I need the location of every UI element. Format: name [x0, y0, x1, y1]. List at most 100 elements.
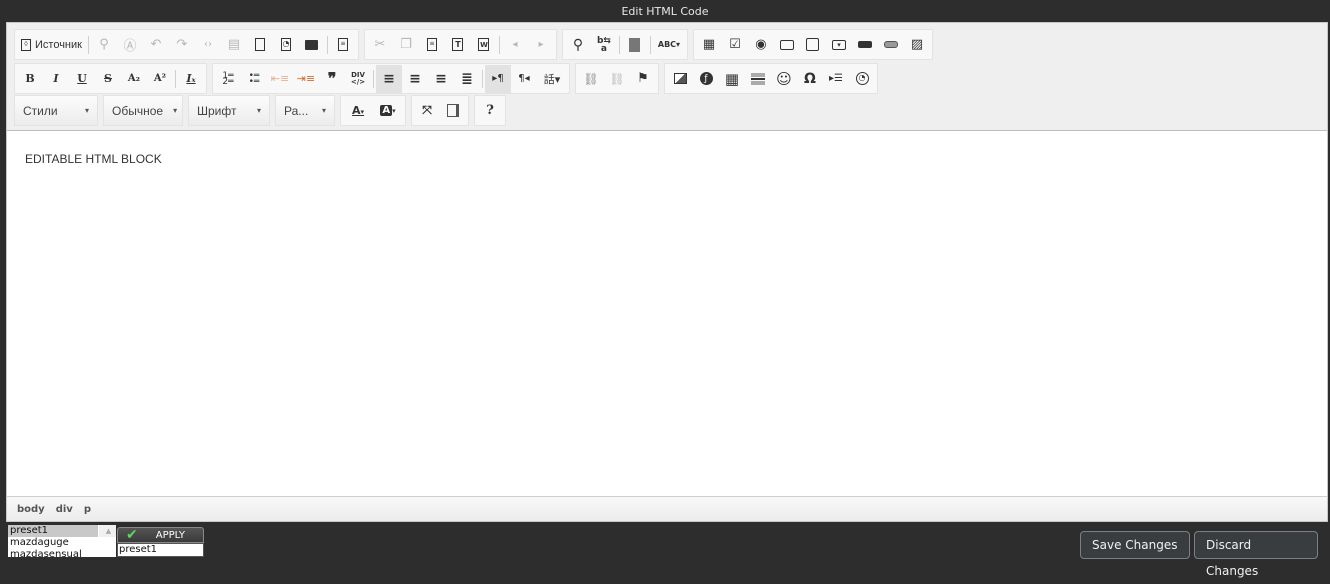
editable-content-area[interactable]: EDITABLE HTML BLOCK	[7, 131, 1327, 497]
apply-preset-button[interactable]: ✔ APPLY	[117, 527, 204, 543]
blockquote-button[interactable]: ❞	[319, 65, 345, 93]
clipboard-group: ✂ ❐ ≡ T W ◂ ▸	[363, 29, 557, 60]
iframe-button[interactable]: ◔	[849, 65, 875, 93]
align-left-icon: ≡	[383, 70, 395, 87]
help-button[interactable]: ?	[477, 97, 503, 125]
image-button[interactable]	[667, 65, 693, 93]
div-button[interactable]: DIV </>	[345, 65, 371, 93]
page-break-button[interactable]: ▸☰	[823, 65, 849, 93]
indent-button[interactable]: ⇥≡	[293, 65, 319, 93]
unlink-button[interactable]: ⛓	[604, 65, 630, 93]
rtl-button[interactable]: ¶◂	[511, 65, 537, 93]
dialog-footer: preset1 mazdaguge mazdasensual ▲ ✔ APPLY…	[0, 522, 1330, 578]
bg-color-button[interactable]: A ▾	[373, 97, 403, 125]
preset-option[interactable]: mazdaguge	[8, 537, 116, 549]
redo-button[interactable]: ↷	[169, 31, 195, 59]
code-snippet-button[interactable]: ‹›	[195, 31, 221, 59]
spellcheck-button[interactable]: ABC▾	[653, 31, 685, 59]
select-button[interactable]: ▾	[826, 31, 852, 59]
anchor-button[interactable]: ⚑	[630, 65, 656, 93]
nav-next-button[interactable]: ▸	[528, 31, 554, 59]
show-blocks-icon	[447, 104, 459, 117]
align-right-button[interactable]: ≡	[428, 65, 454, 93]
language-button[interactable]: 話▾	[537, 65, 567, 93]
link-button[interactable]: ⛓	[578, 65, 604, 93]
italic-button[interactable]: I	[43, 65, 69, 93]
bulleted-list-button[interactable]: •═ •═	[241, 65, 267, 93]
image-button-button[interactable]	[878, 31, 904, 59]
discard-changes-button[interactable]: Discard Changes	[1194, 531, 1318, 578]
source-button[interactable]: ◊ Источник	[17, 31, 86, 59]
align-center-button[interactable]: ≡	[402, 65, 428, 93]
form-button[interactable]: ▦	[696, 31, 722, 59]
strike-button[interactable]: S	[95, 65, 121, 93]
styles-combo-label: Стили	[23, 103, 58, 118]
numbered-list-button[interactable]: 1═ 2═	[215, 65, 241, 93]
preview-button[interactable]: ◔	[273, 31, 299, 59]
new-page-button[interactable]	[247, 31, 273, 59]
strike-icon: S	[104, 72, 112, 85]
size-combo[interactable]: Ра... ▾	[275, 95, 335, 126]
copy-button[interactable]: ❐	[393, 31, 419, 59]
format-combo[interactable]: Обычное ▾	[103, 95, 183, 126]
paste-text-button[interactable]: T	[445, 31, 471, 59]
textarea-button[interactable]	[800, 31, 826, 59]
underline-button[interactable]: U	[69, 65, 95, 93]
bold-button[interactable]: B	[17, 65, 43, 93]
font-combo[interactable]: Шрифт ▾	[188, 95, 270, 126]
document-group: ◊ Источник ⚲ Ⓐ ↶ ↷ ‹› ▤ ◔ ≡	[14, 29, 359, 60]
preset-option[interactable]: mazdasensual	[8, 549, 116, 557]
paste-button[interactable]: ≡	[419, 31, 445, 59]
button-button[interactable]	[852, 31, 878, 59]
select-all-button[interactable]: Ⓐ	[117, 31, 143, 59]
find-button[interactable]: ⚲	[91, 31, 117, 59]
show-blocks-toggle[interactable]	[440, 97, 466, 125]
preset-listbox[interactable]: preset1 mazdaguge mazdasensual ▲	[8, 525, 116, 557]
help-group: ?	[474, 95, 506, 126]
numbered-list-icon: 1═ 2═	[222, 70, 234, 87]
outdent-button[interactable]: ⇤≡	[267, 65, 293, 93]
paste-word-button[interactable]: W	[471, 31, 497, 59]
path-item-p[interactable]: p	[84, 504, 91, 515]
align-left-button[interactable]: ≡	[376, 64, 402, 93]
ltr-button[interactable]: ▸¶	[485, 64, 511, 93]
table-button[interactable]: ▦	[719, 65, 745, 93]
smiley-button[interactable]: ☺	[771, 65, 797, 93]
preset-option[interactable]: preset1	[8, 525, 98, 537]
print-button[interactable]	[299, 31, 325, 59]
undo-button[interactable]: ↶	[143, 31, 169, 59]
align-justify-button[interactable]: ≣	[454, 65, 480, 93]
checkbox-button[interactable]: ☑	[722, 31, 748, 59]
preset-name-input[interactable]: preset1	[117, 543, 204, 557]
path-item-div[interactable]: div	[56, 504, 73, 515]
maximize-button[interactable]: ⤧	[414, 97, 440, 125]
special-char-button[interactable]: Ω	[797, 65, 823, 93]
flash-button[interactable]: ƒ	[693, 65, 719, 93]
textfield-button[interactable]	[774, 31, 800, 59]
text-color-button[interactable]: A▾	[343, 97, 373, 125]
cut-button[interactable]: ✂	[367, 31, 393, 59]
select-icon: ▾	[831, 39, 846, 50]
path-item-body[interactable]: body	[17, 504, 45, 515]
horizontal-rule-button[interactable]	[745, 65, 771, 93]
align-center-icon: ≡	[409, 70, 421, 87]
content-paragraph[interactable]: EDITABLE HTML BLOCK	[25, 152, 162, 166]
save-button[interactable]: ▤	[221, 31, 247, 59]
chevron-down-icon: ▾	[321, 106, 326, 115]
radio-button[interactable]: ◉	[748, 31, 774, 59]
templates-button[interactable]: ≡	[330, 31, 356, 59]
search-button[interactable]: ⚲	[565, 31, 591, 59]
replace-button[interactable]: b⇆ a	[591, 31, 617, 59]
save-changes-button[interactable]: Save Changes	[1080, 531, 1190, 559]
remove-format-button[interactable]: Iₓ	[178, 65, 204, 93]
hidden-field-button[interactable]: ▨	[904, 31, 930, 59]
text-color-icon: A▾	[351, 104, 365, 117]
basicstyles-group: B I U S A₂ A² Iₓ	[14, 63, 207, 94]
styles-combo[interactable]: Стили ▾	[14, 95, 98, 126]
superscript-button[interactable]: A²	[147, 65, 173, 93]
paragraph-group: 1═ 2═ •═ •═ ⇤≡ ⇥≡ ❞ DIV </> ≡ ≡ ≡ ≣ ▸¶ ¶◂ 話…	[212, 63, 570, 94]
subscript-button[interactable]: A₂	[121, 65, 147, 93]
nav-prev-button[interactable]: ◂	[502, 31, 528, 59]
scroll-up-arrow-icon[interactable]: ▲	[99, 525, 116, 537]
show-blocks-button[interactable]	[622, 31, 648, 59]
